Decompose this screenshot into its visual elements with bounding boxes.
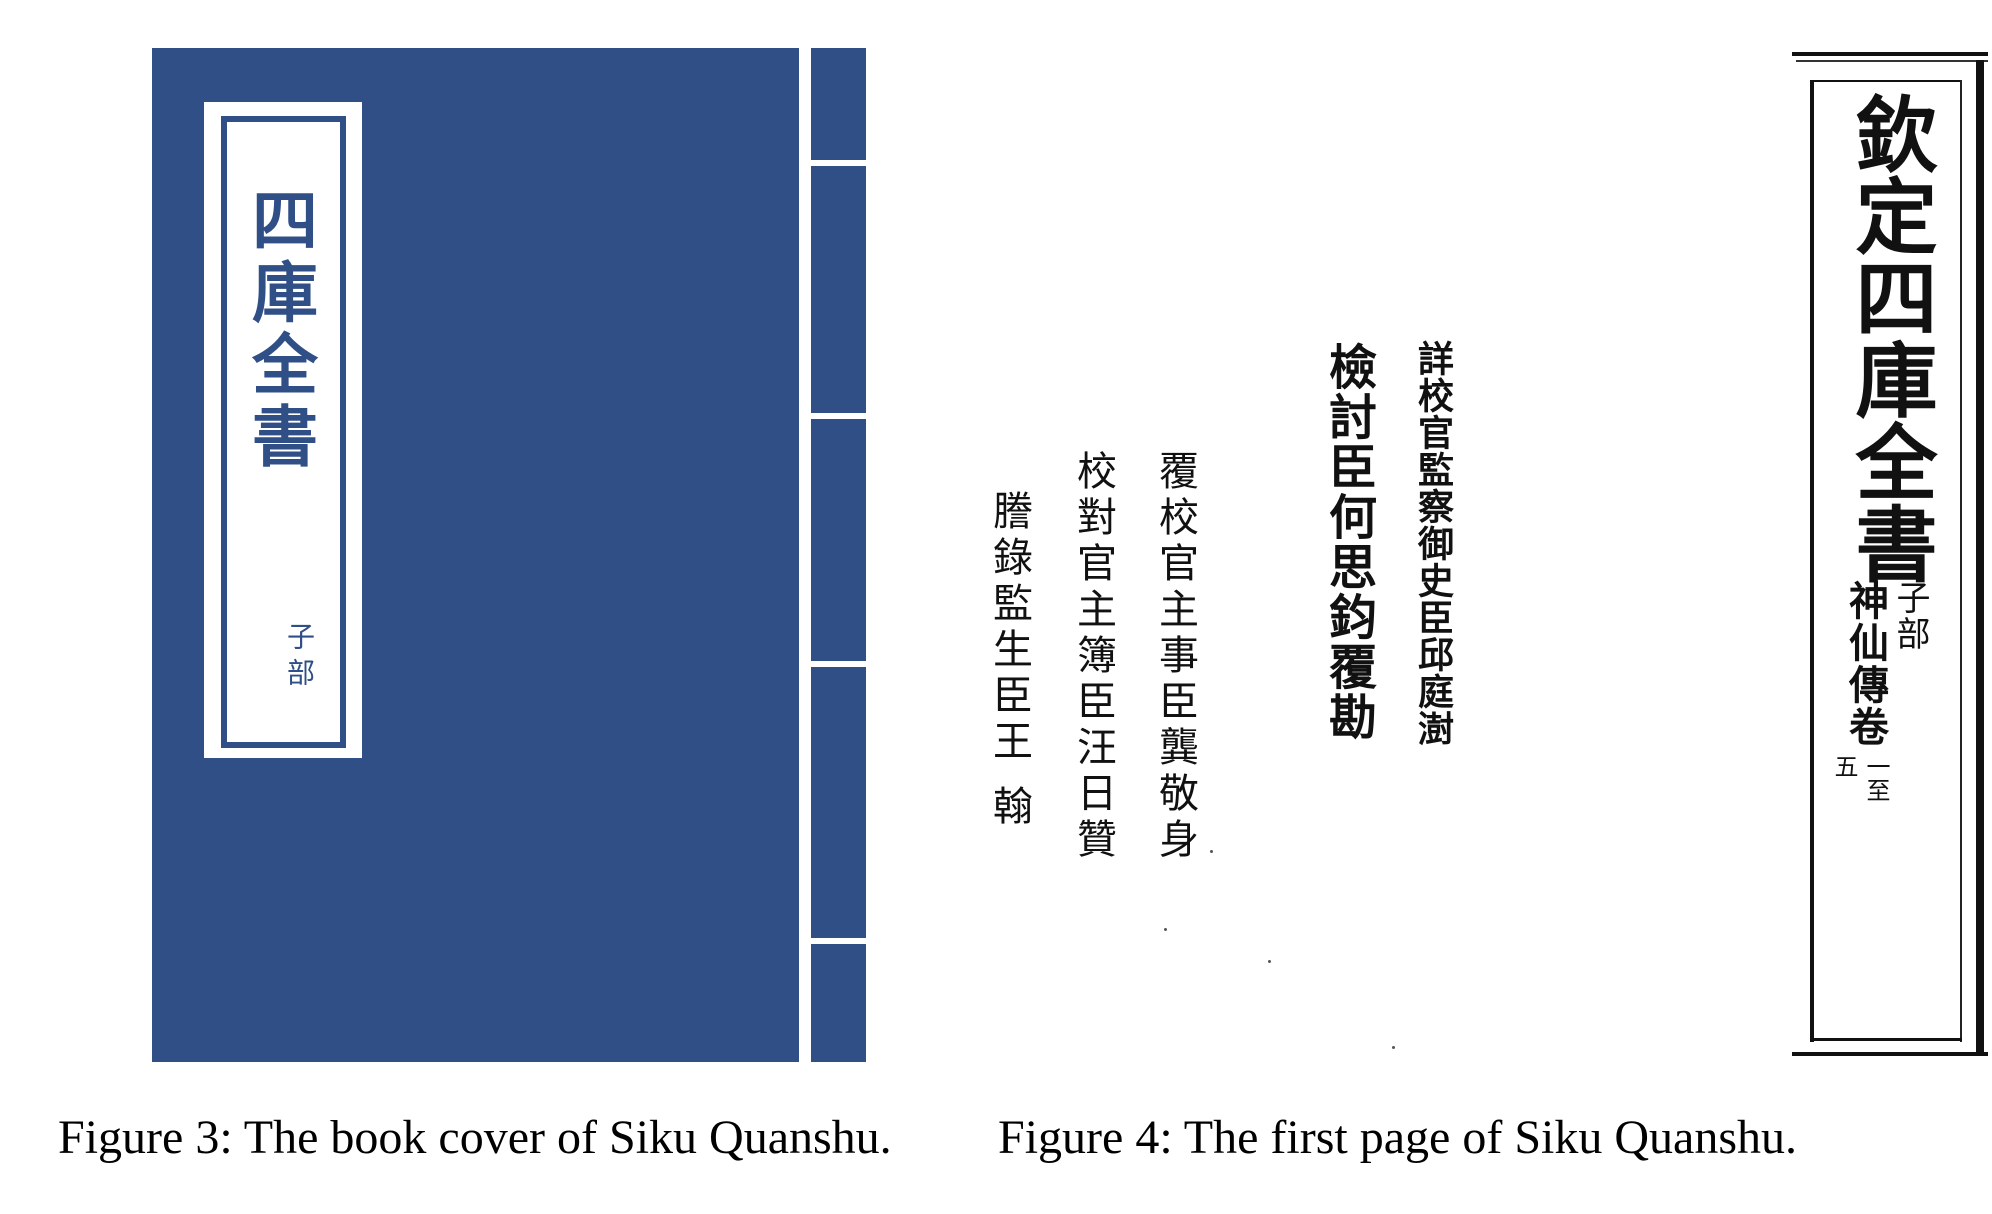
first-page-title: 欽定四庫全書 子部 神仙傳卷 一至 五 bbox=[1792, 52, 1992, 1062]
binding-stitch bbox=[811, 160, 866, 166]
binding-stitch bbox=[811, 413, 866, 419]
credit-column: 謄錄監生臣王 翰 bbox=[986, 490, 1032, 831]
credit-column: 覆校官主事臣龔敬身 bbox=[1152, 450, 1198, 864]
cover-title: 四庫全書 bbox=[241, 186, 319, 474]
work-title: 神仙傳卷 bbox=[1842, 580, 1889, 748]
page-frame bbox=[1810, 80, 1962, 82]
title-label-border: 四庫全書 子部 bbox=[221, 116, 346, 748]
credit-column: 校對官主簿臣汪日贊 bbox=[1070, 450, 1116, 864]
page-frame bbox=[1792, 52, 1988, 56]
volume-range: 五 bbox=[1830, 754, 1858, 778]
page-frame bbox=[1976, 60, 1984, 1054]
cover-panel: 四庫全書 子部 bbox=[152, 48, 799, 1062]
print-speck bbox=[1164, 928, 1167, 931]
cover-spine-line bbox=[799, 48, 811, 1062]
page-frame bbox=[1810, 1038, 1962, 1041]
figure-3-caption: Figure 3: The book cover of Siku Quanshu… bbox=[58, 1111, 892, 1164]
section-label: 子部 bbox=[1890, 580, 1930, 652]
print-speck bbox=[1268, 960, 1271, 963]
page-frame bbox=[1796, 60, 1988, 62]
book-cover-figure: 四庫全書 子部 bbox=[152, 48, 866, 1062]
credit-column: 檢討臣何思鈞覆勘 bbox=[1320, 342, 1376, 742]
credit-column: 詳校官監察御史臣邱庭澍 bbox=[1412, 340, 1454, 747]
page-frame bbox=[1792, 1052, 1988, 1056]
page-frame bbox=[1960, 80, 1962, 1042]
page-title: 欽定四庫全書 bbox=[1841, 92, 1937, 584]
first-page-credits: 詳校官監察御史臣邱庭澍 檢討臣何思鈞覆勘 覆校官主事臣龔敬身 校對官主簿臣汪日贊… bbox=[960, 320, 1480, 1060]
cover-binding-strip bbox=[811, 48, 866, 1062]
print-speck bbox=[1210, 850, 1213, 853]
binding-stitch bbox=[811, 938, 866, 944]
title-label: 四庫全書 子部 bbox=[204, 102, 362, 758]
print-speck bbox=[1392, 1046, 1395, 1049]
binding-stitch bbox=[811, 661, 866, 667]
volume-range: 一至 bbox=[1862, 754, 1890, 802]
page-frame bbox=[1810, 80, 1814, 1042]
cover-subtitle: 子部 bbox=[283, 622, 316, 694]
figure-4-caption: Figure 4: The first page of Siku Quanshu… bbox=[998, 1111, 1798, 1164]
